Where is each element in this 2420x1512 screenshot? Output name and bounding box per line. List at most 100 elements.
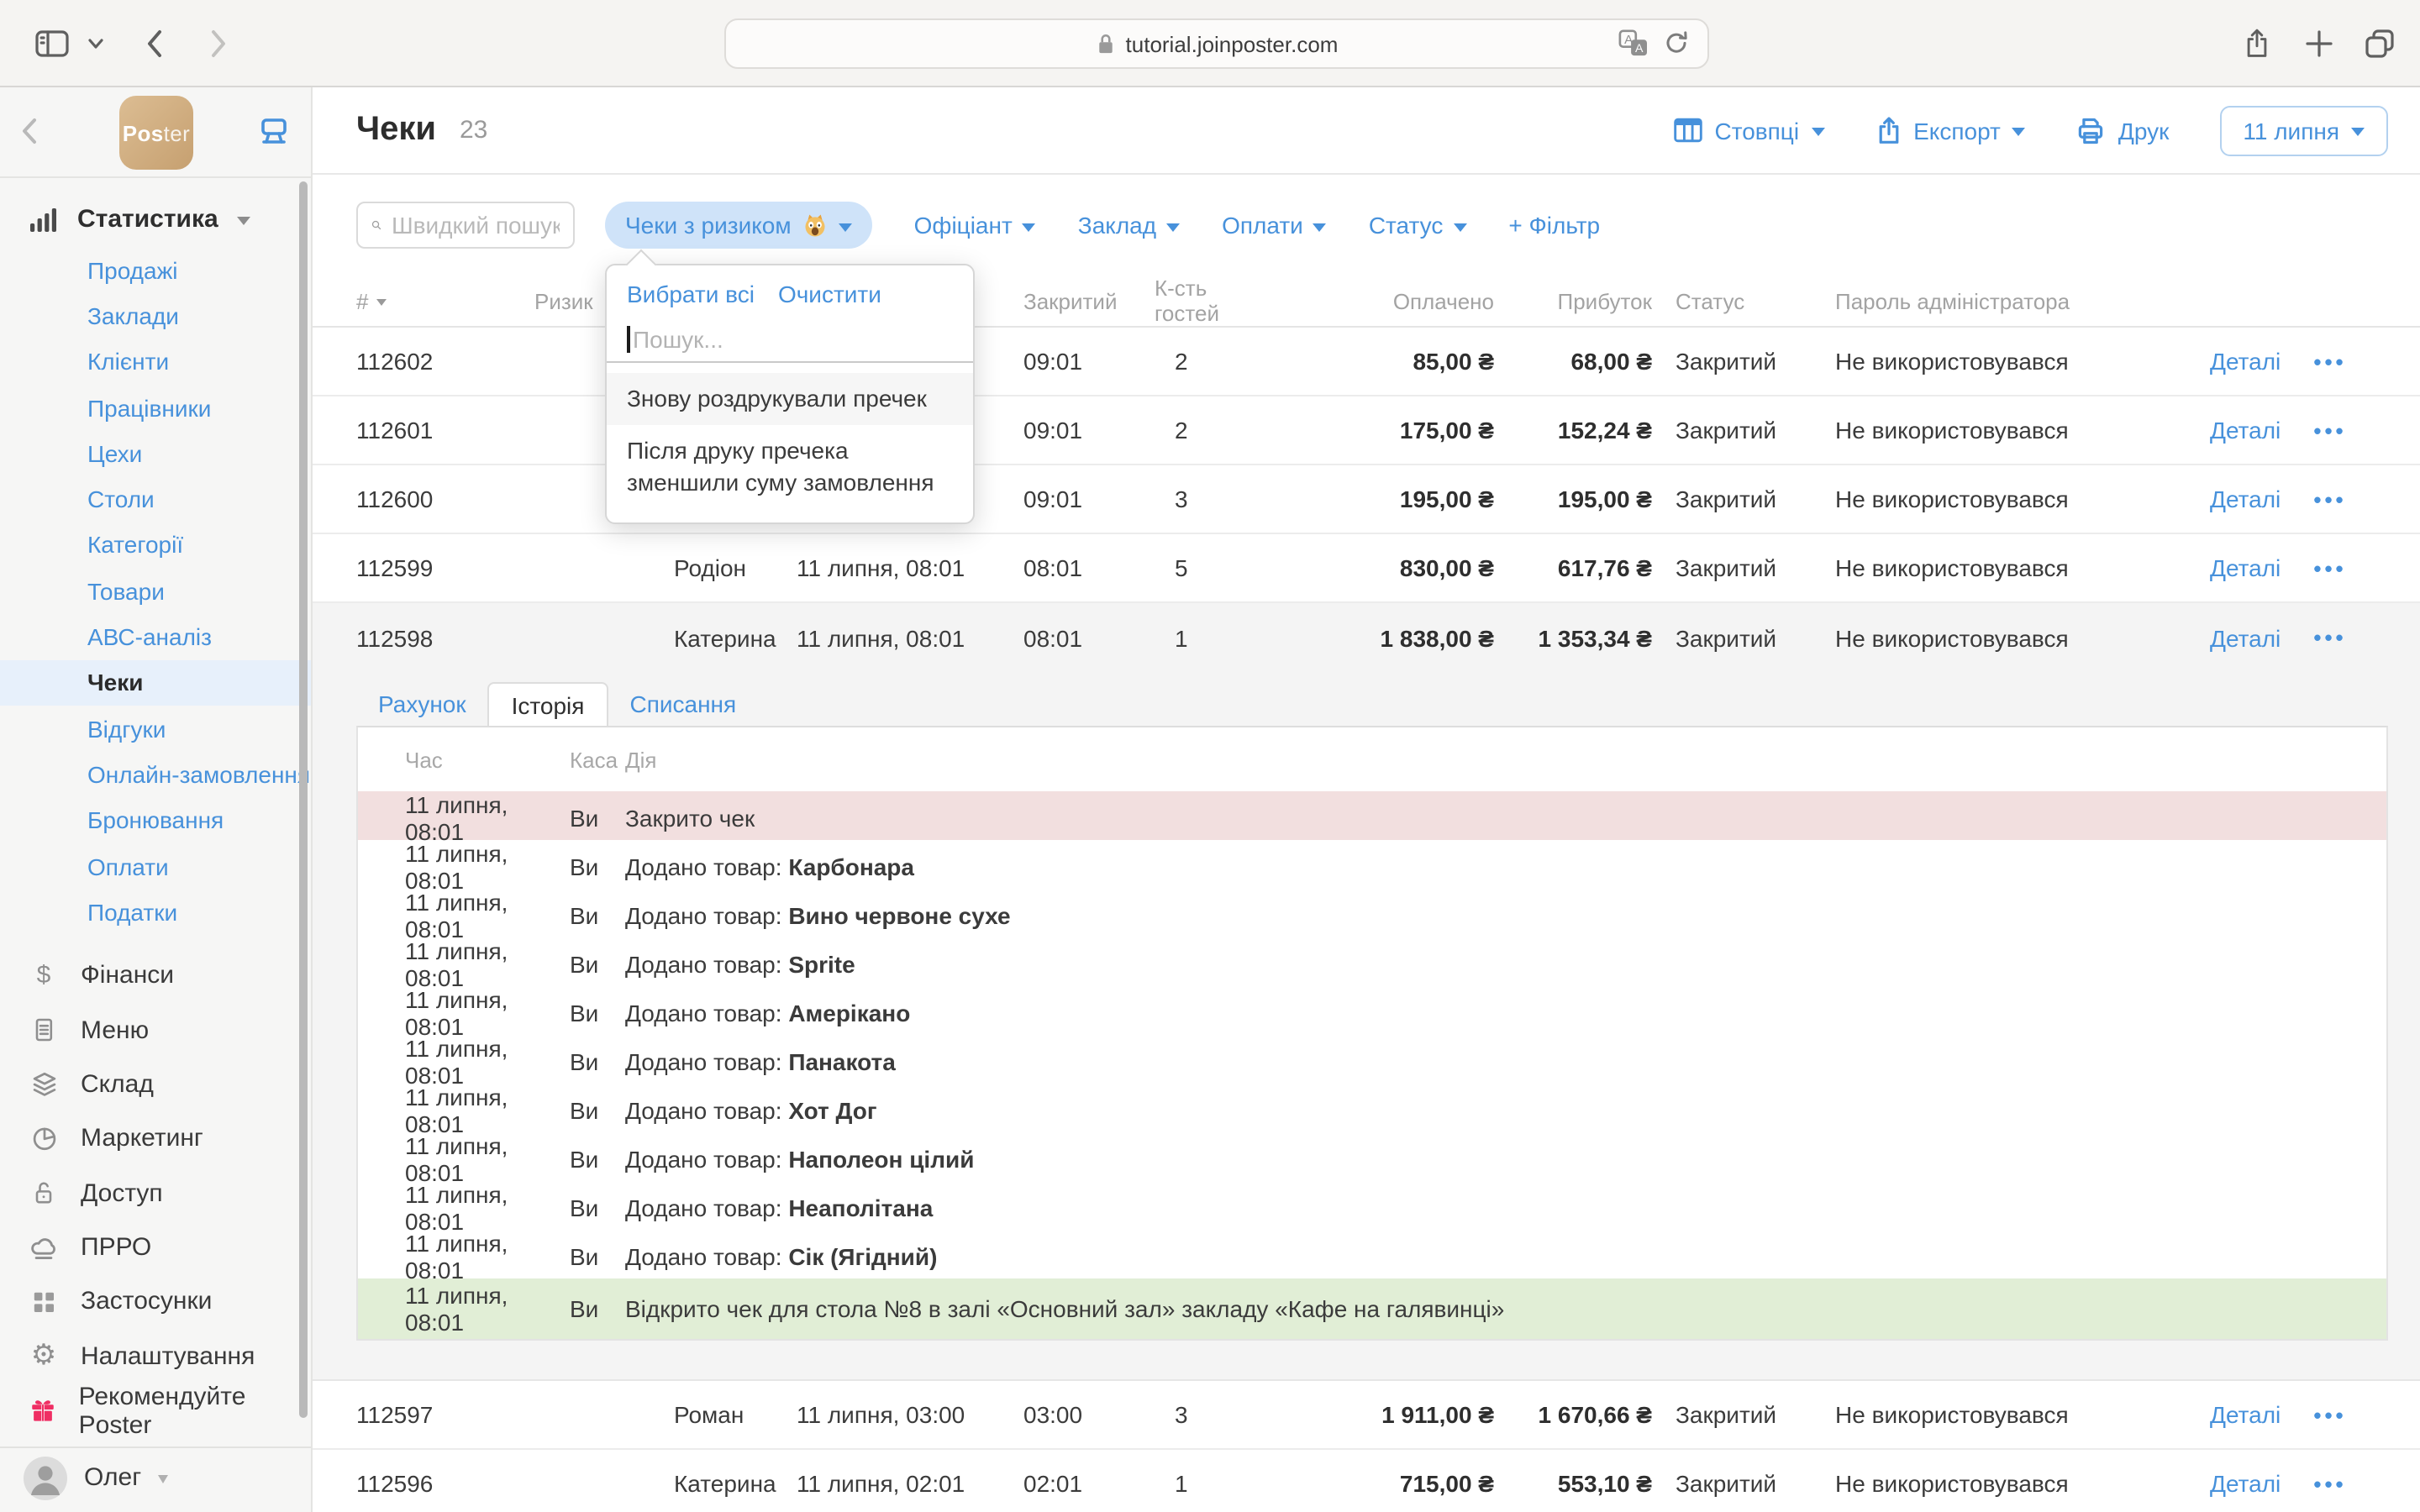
share-button[interactable] xyxy=(2242,0,2272,87)
sidebar-item-apps[interactable]: Застосунки xyxy=(0,1275,311,1330)
more-actions-button[interactable]: ••• xyxy=(2277,625,2420,650)
details-link[interactable]: Деталі xyxy=(2185,417,2277,444)
sidebar-item-marketing[interactable]: Маркетинг xyxy=(0,1111,311,1166)
details-link[interactable]: Деталі xyxy=(2185,348,2277,375)
sidebar-item-online-orders[interactable]: Онлайн-замовлення xyxy=(0,752,311,798)
more-actions-button[interactable]: ••• xyxy=(2277,349,2420,374)
receipt-expansion: Рахунок Історія Списання Час Каса Дія 11… xyxy=(313,672,2420,1381)
cloud-icon xyxy=(27,1234,60,1261)
pie-icon xyxy=(27,1125,60,1153)
tab-receipt[interactable]: Рахунок xyxy=(356,682,488,726)
select-all-link[interactable]: Вибрати всі xyxy=(627,281,755,307)
history-row: 11 липня, 08:01 Ви Додано товар: Неаполі… xyxy=(358,1181,2386,1230)
date-range-button[interactable]: 11 липня xyxy=(2219,105,2388,155)
new-tab-button[interactable] xyxy=(2304,0,2334,87)
sidebar-item-products[interactable]: Товари xyxy=(0,568,311,614)
print-button[interactable]: Друк xyxy=(2076,115,2170,145)
sidebar-item-prro[interactable]: ПРРО xyxy=(0,1221,311,1275)
sidebar-scrollbar[interactable] xyxy=(299,181,308,1418)
sidebar-item-reviews[interactable]: Відгуки xyxy=(0,706,311,752)
sidebar-item-warehouse[interactable]: Склад xyxy=(0,1057,311,1111)
translate-icon[interactable]: A А xyxy=(1617,29,1649,57)
sidebar-item-venues[interactable]: Заклади xyxy=(0,293,311,339)
table-row[interactable]: 112599 Родіон 11 липня, 08:01 08:01 5 83… xyxy=(313,534,2420,603)
risk-filter-pill[interactable]: Чеки з ризиком xyxy=(605,202,872,249)
chevron-down-icon xyxy=(2351,128,2365,136)
forward-button[interactable] xyxy=(208,0,229,87)
col-header-profit[interactable]: Прибуток xyxy=(1494,288,1652,313)
col-header-closed[interactable]: Закритий xyxy=(1023,288,1155,313)
more-actions-button[interactable]: ••• xyxy=(2277,417,2420,443)
dropdown-search-input[interactable]: Пошук... xyxy=(607,318,973,363)
more-actions-button[interactable]: ••• xyxy=(2277,1402,2420,1427)
page-header: Чеки 23 Стовпці xyxy=(313,87,2420,175)
poster-logo[interactable]: Poster xyxy=(119,96,193,170)
lock-open-icon xyxy=(27,1178,60,1208)
sidebar-item-sales[interactable]: Продажі xyxy=(0,247,311,293)
sidebar-item-categories[interactable]: Категорії xyxy=(0,522,311,569)
tab-history[interactable]: Історія xyxy=(488,682,608,726)
receipt-count: 23 xyxy=(460,116,487,144)
col-header-admin-password[interactable]: Пароль адміністратора xyxy=(1815,288,2185,313)
back-button[interactable] xyxy=(145,0,165,87)
reload-icon[interactable] xyxy=(1662,29,1691,57)
bar-chart-icon xyxy=(29,204,59,233)
tab-writeoffs[interactable]: Списання xyxy=(608,682,758,726)
col-header-id[interactable]: # xyxy=(313,288,534,313)
sidebar-item-payments[interactable]: Оплати xyxy=(0,843,311,890)
quick-search-input[interactable] xyxy=(356,202,575,249)
sidebar-item-taxes[interactable]: Податки xyxy=(0,889,311,935)
add-filter-button[interactable]: + Фільтр xyxy=(1508,212,1600,239)
sidebar-item-menu[interactable]: Меню xyxy=(0,1003,311,1058)
details-link[interactable]: Деталі xyxy=(2185,486,2277,512)
terminal-button[interactable] xyxy=(257,116,291,148)
details-link[interactable]: Деталі xyxy=(2185,1470,2277,1497)
details-link[interactable]: Деталі xyxy=(2185,1401,2277,1428)
sidebar-item-finance[interactable]: $ Фінанси xyxy=(0,948,311,1003)
sidebar-item-recommend[interactable]: Рекомендуйте Poster xyxy=(0,1383,311,1438)
details-link[interactable]: Деталі xyxy=(2185,624,2277,651)
sidebar-item-reservations[interactable]: Бронювання xyxy=(0,797,311,843)
sidebar-item-clients[interactable]: Клієнти xyxy=(0,339,311,385)
chevron-down-icon xyxy=(1313,223,1327,231)
sidebar-item-access[interactable]: Доступ xyxy=(0,1166,311,1221)
more-actions-button[interactable]: ••• xyxy=(2277,1471,2420,1496)
sidebar-item-abc-analysis[interactable]: АВС-аналіз xyxy=(0,614,311,660)
sidebar-section-statistics[interactable]: Статистика xyxy=(0,198,311,239)
table-row[interactable]: 112596 Катерина 11 липня, 02:01 02:01 1 … xyxy=(313,1450,2420,1512)
status-filter[interactable]: Статус xyxy=(1369,212,1467,239)
tab-overview-button[interactable] xyxy=(2363,0,2396,87)
collapse-sidebar-button[interactable] xyxy=(20,116,39,146)
export-button[interactable]: Експорт xyxy=(1875,115,2026,145)
col-header-guests[interactable]: К-сть гостей xyxy=(1155,276,1277,326)
payments-filter[interactable]: Оплати xyxy=(1222,212,1327,239)
sidebar-item-workshops[interactable]: Цехи xyxy=(0,430,311,476)
filter-bar: Чеки з ризиком Офіціант Заклад xyxy=(356,202,2388,249)
history-row: 11 липня, 08:01 Ви Додано товар: Амеріка… xyxy=(358,986,2386,1035)
sidebar-item-settings[interactable]: ⚙ Налаштування xyxy=(0,1329,311,1383)
sidebar-item-tables[interactable]: Столи xyxy=(0,476,311,522)
chevron-down-icon xyxy=(158,1476,168,1484)
expansion-tabs: Рахунок Історія Списання xyxy=(356,682,2388,726)
col-header-status[interactable]: Статус xyxy=(1652,288,1815,313)
sidebar-item-receipts[interactable]: Чеки xyxy=(0,659,311,706)
columns-button[interactable]: Стовпці xyxy=(1674,117,1824,144)
tab-menu-chevron[interactable] xyxy=(87,0,104,87)
more-actions-button[interactable]: ••• xyxy=(2277,555,2420,580)
dropdown-option-reprinted[interactable]: Знову роздрукували пречек xyxy=(607,373,973,425)
sidebar-item-employees[interactable]: Працівники xyxy=(0,385,311,431)
venue-filter[interactable]: Заклад xyxy=(1078,212,1180,239)
waiter-filter[interactable]: Офіціант xyxy=(914,212,1036,239)
user-menu[interactable]: Олег xyxy=(0,1448,311,1509)
details-link[interactable]: Деталі xyxy=(2185,554,2277,581)
chevron-down-icon xyxy=(1166,223,1180,231)
dropdown-option-sum-decreased[interactable]: Після друку пречека зменшили суму замовл… xyxy=(607,425,973,509)
more-actions-button[interactable]: ••• xyxy=(2277,486,2420,512)
col-header-paid[interactable]: Оплачено xyxy=(1277,288,1494,313)
table-row[interactable]: 112597 Роман 11 липня, 03:00 03:00 3 1 9… xyxy=(313,1381,2420,1450)
clear-link[interactable]: Очистити xyxy=(778,281,881,307)
sidebar-toggle-button[interactable] xyxy=(34,0,71,87)
table-row-selected[interactable]: 112598 Катерина 11 липня, 08:01 08:01 1 … xyxy=(313,603,2420,672)
sidebar-toggle-icon xyxy=(34,27,71,60)
address-bar[interactable]: tutorial.joinposter.com A А xyxy=(724,18,1709,69)
